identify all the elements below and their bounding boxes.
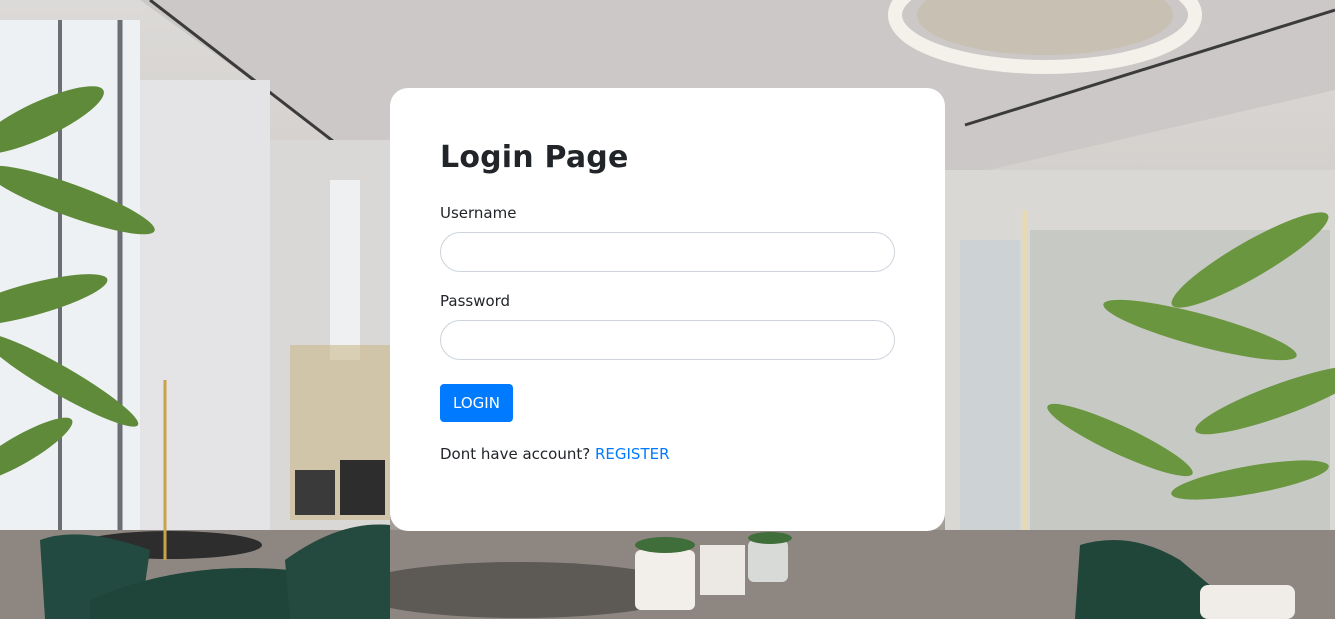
page-title: Login Page bbox=[440, 140, 629, 175]
username-label: Username bbox=[440, 204, 517, 222]
register-link[interactable]: REGISTER bbox=[595, 445, 670, 463]
login-button[interactable]: LOGIN bbox=[440, 384, 513, 422]
register-prompt: Dont have account? REGISTER bbox=[440, 445, 670, 463]
login-card: Login Page Username Password LOGIN Dont … bbox=[390, 88, 945, 531]
password-label: Password bbox=[440, 292, 511, 310]
register-prompt-text: Dont have account? bbox=[440, 445, 591, 463]
username-input[interactable] bbox=[440, 232, 895, 272]
password-input[interactable] bbox=[440, 320, 895, 360]
